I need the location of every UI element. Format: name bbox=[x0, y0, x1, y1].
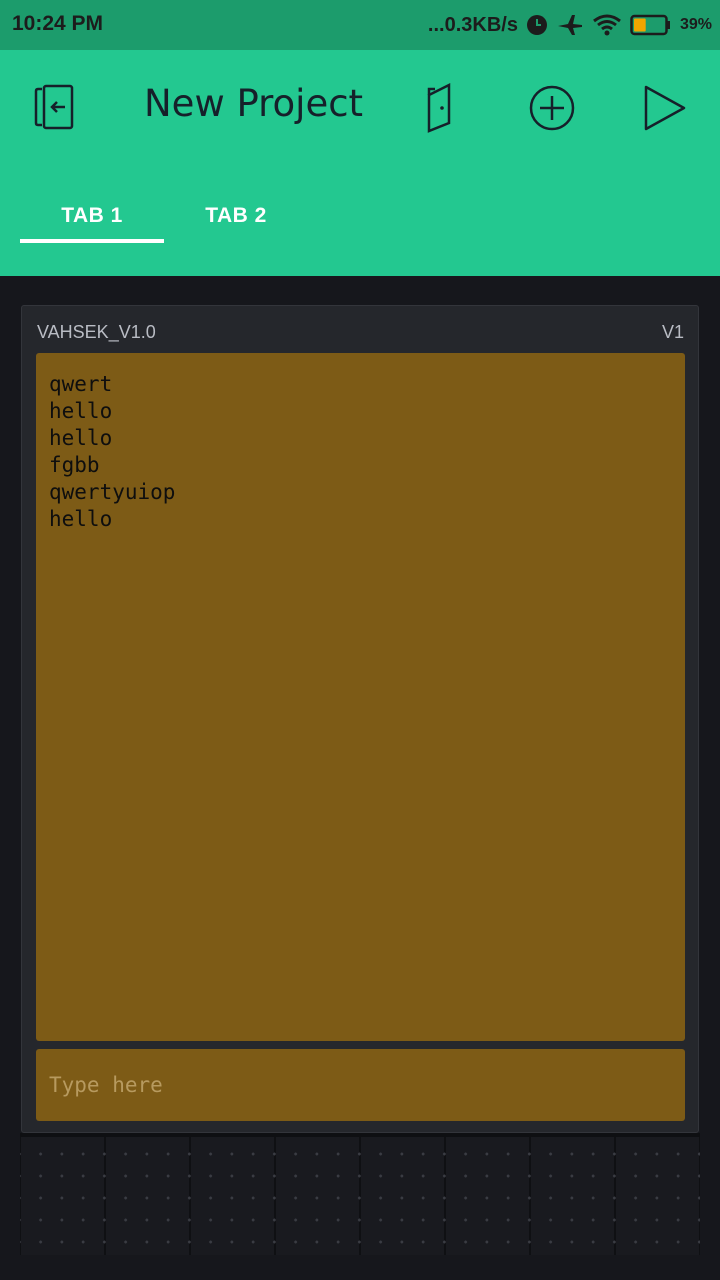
terminal-line: hello bbox=[49, 426, 113, 450]
tab-2[interactable]: TAB 2 bbox=[164, 204, 308, 228]
battery-percent: 39% bbox=[679, 16, 712, 33]
terminal-output: qwert hello hello fgbb qwertyuiop hello bbox=[36, 353, 685, 1041]
status-time: 10:24 PM bbox=[12, 12, 104, 35]
widget-name: VAHSEK_V1.0 bbox=[37, 322, 156, 342]
widget-pin: V1 bbox=[661, 322, 684, 342]
terminal-line: hello bbox=[49, 507, 113, 531]
exit-icon[interactable] bbox=[28, 80, 84, 136]
alarm-icon bbox=[526, 14, 548, 36]
terminal-input[interactable] bbox=[36, 1049, 685, 1121]
project-title: New Project bbox=[144, 82, 364, 125]
battery-icon bbox=[630, 13, 672, 37]
terminal-widget[interactable]: VAHSEK_V1.0 V1 qwert hello hello fgbb qw… bbox=[21, 305, 699, 1133]
status-icons: ...0.3KB/s 39% bbox=[428, 10, 712, 40]
airplane-icon bbox=[556, 13, 584, 37]
wifi-icon bbox=[592, 13, 622, 37]
network-speed: ...0.3KB/s bbox=[427, 13, 518, 36]
tab-indicator bbox=[20, 239, 164, 243]
terminal-line: hello bbox=[49, 399, 113, 423]
tab-1[interactable]: TAB 1 bbox=[20, 204, 164, 228]
add-icon[interactable] bbox=[524, 80, 580, 136]
terminal-line: fgbb bbox=[49, 453, 100, 477]
app-bar: New Project TAB 1 TAB 2 bbox=[0, 50, 720, 276]
play-icon[interactable] bbox=[636, 80, 692, 136]
widget-canvas-grid[interactable] bbox=[20, 1137, 700, 1255]
device-icon[interactable] bbox=[411, 80, 467, 136]
terminal-line: qwert bbox=[49, 372, 113, 396]
terminal-line: qwertyuiop bbox=[49, 480, 176, 504]
status-bar: 10:24 PM ...0.3KB/s 39% bbox=[0, 0, 720, 50]
